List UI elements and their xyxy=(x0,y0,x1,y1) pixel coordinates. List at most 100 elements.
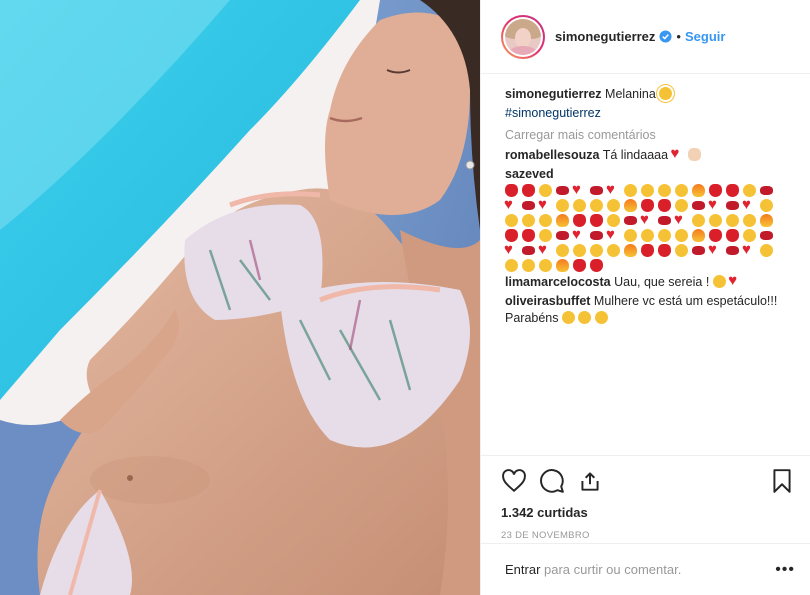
rose-emoji-icon xyxy=(522,229,535,242)
share-icon[interactable] xyxy=(577,468,603,494)
lips-emoji-icon xyxy=(726,245,739,256)
face-emoji-icon xyxy=(760,244,773,257)
lips-emoji-icon xyxy=(692,200,705,211)
heart-emoji-icon xyxy=(572,181,586,198)
clap-emoji-icon xyxy=(688,148,702,161)
heart-emoji-icon xyxy=(572,226,586,243)
lips-emoji-icon xyxy=(590,230,603,241)
face-emoji-icon xyxy=(692,214,705,227)
rose-emoji-icon xyxy=(573,259,586,272)
post-actions: 1.342 curtidas 23 DE NOVEMBRO xyxy=(481,455,810,541)
face-emoji-icon xyxy=(675,244,688,257)
face-emoji-icon xyxy=(658,184,671,197)
heart-emoji-icon xyxy=(606,181,620,198)
heart-emoji-icon xyxy=(708,241,722,258)
login-prompt-text: para curtir ou comentar. xyxy=(540,562,682,577)
more-options-icon[interactable]: ••• xyxy=(775,561,795,579)
comment-icon[interactable] xyxy=(539,468,565,494)
emoji-sequence xyxy=(504,181,785,272)
face-emoji-icon xyxy=(743,214,756,227)
face-emoji-icon xyxy=(709,214,722,227)
likes-count[interactable]: 1.342 curtidas xyxy=(501,505,795,520)
post-date[interactable]: 23 DE NOVEMBRO xyxy=(501,530,795,541)
login-prompt: Entrar para curtir ou comentar. xyxy=(505,562,681,577)
caption-username[interactable]: simonegutierrez xyxy=(505,87,602,101)
face-emoji-icon xyxy=(556,199,569,212)
comment-item: oliveirasbuffet Mulhere vc está um espet… xyxy=(505,293,794,327)
lips-emoji-icon xyxy=(760,185,773,196)
fire-emoji-icon xyxy=(760,214,773,227)
face-emoji-icon xyxy=(522,259,535,272)
rose-emoji-icon xyxy=(641,244,654,257)
post-header: simonegutierrez • Seguir xyxy=(481,0,810,74)
login-link[interactable]: Entrar xyxy=(505,562,540,577)
lips-emoji-icon xyxy=(556,230,569,241)
fire-emoji-icon xyxy=(556,214,569,227)
face-emoji-icon xyxy=(539,214,552,227)
face-emoji-icon xyxy=(573,199,586,212)
heart-emoji-icon xyxy=(742,241,756,258)
comment-username[interactable]: limamarcelocosta xyxy=(505,275,611,289)
heart-emoji-icon xyxy=(504,241,518,258)
header-username[interactable]: simonegutierrez xyxy=(555,29,655,44)
caption: simonegutierrez Melanina xyxy=(505,86,794,103)
lips-emoji-icon xyxy=(658,215,671,226)
comment-text: Tá lindaaaa xyxy=(602,148,669,162)
bookmark-icon[interactable] xyxy=(769,468,795,494)
fire-emoji-icon xyxy=(624,199,637,212)
caption-hashtag[interactable]: #simonegutierrez xyxy=(505,106,601,120)
follow-button[interactable]: Seguir xyxy=(685,29,725,44)
face-emoji-icon xyxy=(590,244,603,257)
lips-emoji-icon xyxy=(522,200,535,211)
comment-item: sazeved xyxy=(504,166,794,272)
heart-emoji-icon xyxy=(606,226,620,243)
load-more-comments-button[interactable]: Carregar mais comentários xyxy=(505,127,794,144)
heart-emoji-icon xyxy=(742,196,756,213)
lips-emoji-icon xyxy=(522,245,535,256)
rose-emoji-icon xyxy=(726,184,739,197)
heart-emoji-icon xyxy=(708,196,722,213)
lips-emoji-icon xyxy=(760,230,773,241)
face-emoji-icon xyxy=(641,229,654,242)
lips-emoji-icon xyxy=(556,185,569,196)
sun-emoji-icon xyxy=(659,87,673,100)
heart-emoji-icon xyxy=(728,272,742,289)
face-emoji-icon xyxy=(760,199,773,212)
rose-emoji-icon xyxy=(590,214,603,227)
comment-username[interactable]: sazeved xyxy=(505,167,554,181)
fire-emoji-icon xyxy=(692,184,705,197)
comment-item: romabellesouza Tá lindaaaa xyxy=(505,145,794,164)
face-emoji-icon xyxy=(624,184,637,197)
comment-username[interactable]: romabellesouza xyxy=(505,148,599,162)
smile-emoji-icon xyxy=(578,311,592,324)
heart-emoji-icon xyxy=(504,196,518,213)
smile-emoji-icon xyxy=(562,311,575,324)
comments-list: simonegutierrez Melanina #simonegutierre… xyxy=(481,74,810,454)
grin-emoji-icon xyxy=(712,275,726,288)
face-emoji-icon xyxy=(607,244,620,257)
face-emoji-icon xyxy=(505,214,518,227)
rose-emoji-icon xyxy=(658,244,671,257)
post-photo[interactable] xyxy=(0,0,480,595)
rose-emoji-icon xyxy=(658,199,671,212)
rose-emoji-icon xyxy=(522,184,535,197)
heart-emoji-icon xyxy=(640,211,654,228)
rose-emoji-icon xyxy=(726,229,739,242)
face-emoji-icon xyxy=(590,199,603,212)
face-emoji-icon xyxy=(539,259,552,272)
heart-emoji-icon xyxy=(538,196,552,213)
instagram-post: simonegutierrez • Seguir simonegutierrez… xyxy=(0,0,810,595)
lips-emoji-icon xyxy=(624,215,637,226)
face-emoji-icon xyxy=(556,244,569,257)
avatar[interactable] xyxy=(501,14,545,59)
post-sidebar: simonegutierrez • Seguir simonegutierrez… xyxy=(480,0,810,595)
lips-emoji-icon xyxy=(590,185,603,196)
face-emoji-icon xyxy=(505,259,518,272)
face-emoji-icon xyxy=(675,229,688,242)
lips-emoji-icon xyxy=(726,200,739,211)
header-separator: • xyxy=(676,29,681,44)
heart-emoji-icon xyxy=(538,241,552,258)
comment-username[interactable]: oliveirasbuffet xyxy=(505,294,590,308)
fire-emoji-icon xyxy=(692,229,705,242)
heart-icon[interactable] xyxy=(501,468,527,494)
